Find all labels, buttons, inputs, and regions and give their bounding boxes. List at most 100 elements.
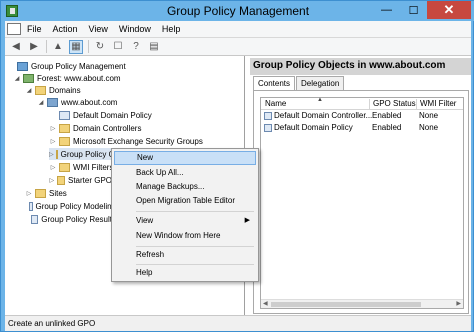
help-icon[interactable]: ?: [129, 40, 143, 54]
table-row[interactable]: Default Domain Policy Enabled None: [261, 123, 463, 134]
gpo-list: Name ▲ GPO Status WMI Filter Default Dom…: [260, 97, 464, 309]
back-icon[interactable]: ◀: [9, 40, 23, 54]
menu-item-back-up-all[interactable]: Back Up All...: [114, 166, 256, 180]
scroll-right-icon[interactable]: ▶: [456, 300, 461, 307]
view-icon[interactable]: ▤: [147, 40, 161, 54]
console-icon[interactable]: [7, 23, 21, 35]
tree-item-default-domain-policy[interactable]: Default Domain Policy: [49, 109, 152, 121]
submenu-arrow-icon: ▶: [244, 217, 250, 224]
up-folder-icon[interactable]: ▲: [51, 40, 65, 54]
menu-item-manage-backups[interactable]: Manage Backups...: [114, 180, 256, 194]
menu-view[interactable]: View: [89, 24, 108, 34]
tree-item-gp-modeling[interactable]: Group Policy Modeling: [25, 200, 116, 212]
gpo-icon: [264, 123, 272, 132]
menu-window[interactable]: Window: [119, 24, 151, 34]
domain-icon: [47, 97, 58, 107]
collapse-icon[interactable]: ◢: [37, 99, 45, 106]
tree-label: www.about.com: [61, 97, 118, 107]
toolbar-separator: [46, 40, 47, 53]
tree-item-domain[interactable]: ◢ www.about.com: [37, 96, 117, 108]
tree-item-starter-gpos[interactable]: ▷ Starter GPOs: [49, 174, 116, 186]
column-gpo-status[interactable]: GPO Status: [369, 99, 416, 109]
folder-icon: [59, 162, 70, 172]
menu-separator: [136, 264, 254, 265]
tree-label: Domain Controllers: [73, 123, 142, 133]
tree-item-forest[interactable]: ◢ Forest: www.about.com: [13, 72, 121, 84]
list-header: Name ▲ GPO Status WMI Filter: [261, 97, 463, 110]
menu-item-view[interactable]: View ▶: [114, 214, 256, 228]
gpo-icon: [264, 111, 272, 120]
details-pane: Group Policy Objects in www.about.com Co…: [250, 56, 471, 316]
properties-icon[interactable]: ☐: [111, 40, 125, 54]
sort-ascending-icon: ▲: [317, 97, 323, 103]
tree-item-exchange-security-groups[interactable]: ▷ Microsoft Exchange Security Groups: [49, 135, 203, 147]
menu-item-help[interactable]: Help: [114, 266, 256, 280]
tab-delegation[interactable]: Delegation: [296, 76, 345, 90]
forward-icon[interactable]: ▶: [27, 40, 41, 54]
tree-label: Domains: [49, 85, 81, 95]
scroll-thumb[interactable]: [271, 302, 421, 307]
tree-label: Sites: [49, 188, 67, 198]
tree-item-sites[interactable]: ▷ Sites: [25, 187, 67, 199]
menu-file[interactable]: File: [27, 24, 42, 34]
tree-label: Default Domain Policy: [73, 110, 152, 120]
gpo-name: Default Domain Policy: [274, 123, 353, 132]
refresh-icon[interactable]: ↻: [93, 40, 107, 54]
maximize-button[interactable]: ☐: [400, 1, 427, 19]
show-hide-tree-icon[interactable]: ▦: [69, 39, 83, 54]
horizontal-scrollbar[interactable]: ◀ ▶: [261, 299, 463, 308]
tree-label: WMI Filters: [73, 162, 114, 172]
tree-label: Group Policy Results: [41, 214, 116, 224]
expand-icon[interactable]: ▷: [49, 125, 57, 132]
tree-item-gpm-root[interactable]: Group Policy Management: [7, 60, 126, 72]
tree-item-domains[interactable]: ◢ Domains: [25, 84, 81, 96]
menu-item-new-window[interactable]: New Window from Here: [114, 229, 256, 243]
collapse-icon[interactable]: ◢: [25, 87, 33, 94]
window-controls: — ☐ ✕: [373, 1, 471, 19]
ou-icon: [59, 136, 70, 146]
gpo-name: Default Domain Controller...: [274, 111, 373, 120]
folder-icon: [35, 188, 46, 198]
menu-item-refresh[interactable]: Refresh: [114, 248, 256, 262]
expand-icon[interactable]: ▷: [49, 151, 54, 158]
tab-contents[interactable]: Contents: [253, 76, 296, 91]
toolbar: ◀ ▶ ▲ ▦ ↻ ☐ ? ▤: [5, 37, 471, 55]
expand-icon[interactable]: ▷: [49, 177, 55, 184]
expand-icon[interactable]: ▷: [25, 190, 33, 197]
tree-label: Forest: www.about.com: [37, 73, 121, 83]
tree-item-wmi-filters[interactable]: ▷ WMI Filters: [49, 161, 116, 173]
table-row[interactable]: Default Domain Controller... Enabled Non…: [261, 111, 463, 122]
menu-help[interactable]: Help: [162, 24, 181, 34]
toolbar-separator: [88, 40, 89, 53]
close-button[interactable]: ✕: [427, 1, 471, 19]
column-name[interactable]: Name: [265, 99, 286, 108]
tree-item-gp-results[interactable]: Group Policy Results: [25, 213, 116, 225]
expand-icon[interactable]: ▷: [49, 164, 57, 171]
menu-action[interactable]: Action: [53, 24, 78, 34]
gpm-root-icon: [17, 61, 28, 71]
gpo-status: Enabled: [372, 111, 402, 120]
tree-label: Starter GPOs: [67, 175, 116, 185]
folder-icon: [56, 175, 65, 185]
folder-icon: [55, 149, 58, 159]
folder-icon: [35, 85, 46, 95]
expand-icon[interactable]: ▷: [49, 138, 57, 145]
details-header: Group Policy Objects in www.about.com: [250, 58, 471, 75]
status-bar: Create an unlinked GPO: [5, 315, 471, 331]
gpo-link-icon: [59, 110, 70, 120]
menu-separator: [136, 211, 254, 212]
minimize-button[interactable]: —: [373, 1, 400, 19]
collapse-icon[interactable]: ◢: [13, 75, 21, 82]
context-menu: New Back Up All... Manage Backups... Ope…: [111, 148, 259, 282]
gpo-status: Enabled: [372, 123, 402, 132]
tree-item-domain-controllers[interactable]: ▷ Domain Controllers: [49, 122, 141, 134]
title-bar[interactable]: Group Policy Management — ☐ ✕: [1, 1, 474, 21]
menu-bar: File Action View Window Help: [5, 21, 471, 37]
column-wmi-filter[interactable]: WMI Filter: [416, 99, 456, 109]
menu-item-migration-table-editor[interactable]: Open Migration Table Editor: [114, 194, 256, 208]
tree-item-group-policy-objects[interactable]: ▷ Group Policy Objects: [49, 148, 119, 160]
scroll-left-icon[interactable]: ◀: [263, 300, 268, 307]
gpo-wmi-filter: None: [419, 123, 439, 132]
menu-item-new[interactable]: New: [114, 151, 256, 165]
menu-item-view-label: View: [136, 216, 154, 225]
